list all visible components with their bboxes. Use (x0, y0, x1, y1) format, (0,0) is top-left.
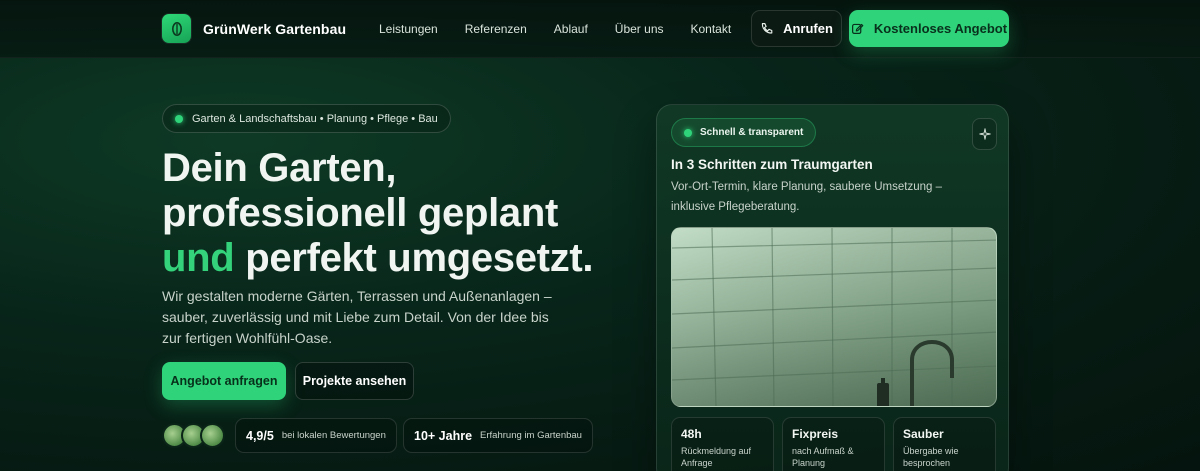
sparkle-button[interactable] (972, 118, 997, 150)
nav-link-leistungen[interactable]: Leistungen (379, 22, 438, 36)
card-badge-text: Schnell & transparent (700, 127, 804, 138)
feature-fixed-price: Fixpreis nach Aufmaß & Planung (782, 417, 885, 471)
bathroom-photo (671, 227, 997, 407)
service-tag-text: Garten & Landschaftsbau • Planung • Pfle… (192, 112, 438, 125)
free-offer-button-label: Kostenloses Angebot (873, 21, 1008, 36)
experience-label: Erfahrung im Gartenbau (480, 430, 582, 441)
experience-value: 10+ Jahre (414, 428, 473, 443)
brand-name: GrünWerk Gartenbau (203, 20, 347, 37)
feature-desc: Rückmeldung auf Anfrage (681, 446, 752, 468)
headline-line-2: professionell geplant (162, 191, 558, 235)
nav-links: Leistungen Referenzen Ablauf Über uns Ko… (379, 22, 731, 36)
customer-avatars (162, 423, 225, 448)
nav-link-ablauf[interactable]: Ablauf (554, 22, 588, 36)
card-title: In 3 Schritten zum Traumgarten (671, 157, 873, 172)
experience-badge: 10+ Jahre Erfahrung im Gartenbau (403, 418, 593, 453)
hero-subtext: Wir gestalten moderne Gärten, Terrassen … (162, 288, 552, 346)
phone-icon (761, 23, 773, 34)
headline-line-1: Dein Garten, (162, 146, 397, 190)
headline-line-3: perfekt umgesetzt. (234, 236, 594, 280)
top-navigation: GrünWerk Gartenbau Leistungen Referenzen… (0, 0, 1200, 58)
process-card: Schnell & transparent In 3 Schritten zum… (656, 104, 1009, 471)
card-text: Vor-Ort-Termin, klare Planung, saubere U… (671, 181, 943, 213)
hero-headline: Dein Garten, professionell geplant und p… (162, 146, 642, 281)
call-button[interactable]: Anrufen (751, 10, 842, 47)
feature-title: 48h (681, 427, 702, 441)
rating-badge: 4,9/5 bei lokalen Bewertungen (235, 418, 397, 453)
feature-desc: nach Aufmaß & Planung (792, 446, 854, 468)
feature-title: Sauber (903, 427, 944, 441)
feature-title: Fixpreis (792, 427, 839, 441)
call-button-label: Anrufen (783, 21, 833, 36)
headline-accent: und (162, 236, 235, 280)
request-offer-button[interactable]: Angebot anfragen (162, 362, 286, 400)
nav-link-kontakt[interactable]: Kontakt (691, 22, 732, 36)
feature-fast-response: 48h Rückmeldung auf Anfrage (671, 417, 774, 471)
edit-icon (851, 23, 864, 34)
view-projects-button[interactable]: Projekte ansehen (295, 362, 414, 400)
nav-link-ueber-uns[interactable]: Über uns (615, 22, 664, 36)
rating-value: 4,9/5 (246, 428, 274, 443)
sparkle-icon (978, 128, 991, 140)
free-offer-button[interactable]: Kostenloses Angebot (849, 10, 1009, 47)
rating-label: bei lokalen Bewertungen (281, 430, 386, 441)
avatar (200, 423, 225, 448)
leaf-logo-icon (162, 14, 191, 43)
brand[interactable]: GrünWerk Gartenbau (162, 14, 346, 43)
feature-desc: Übergabe wie besprochen (903, 446, 959, 468)
nav-link-referenzen[interactable]: Referenzen (465, 22, 527, 36)
card-badge: Schnell & transparent (671, 118, 817, 147)
feature-clean-handover: Sauber Übergabe wie besprochen (893, 417, 996, 471)
status-dot-icon (175, 114, 183, 123)
service-tag: Garten & Landschaftsbau • Planung • Pfle… (162, 104, 451, 133)
status-dot-icon (684, 128, 692, 137)
